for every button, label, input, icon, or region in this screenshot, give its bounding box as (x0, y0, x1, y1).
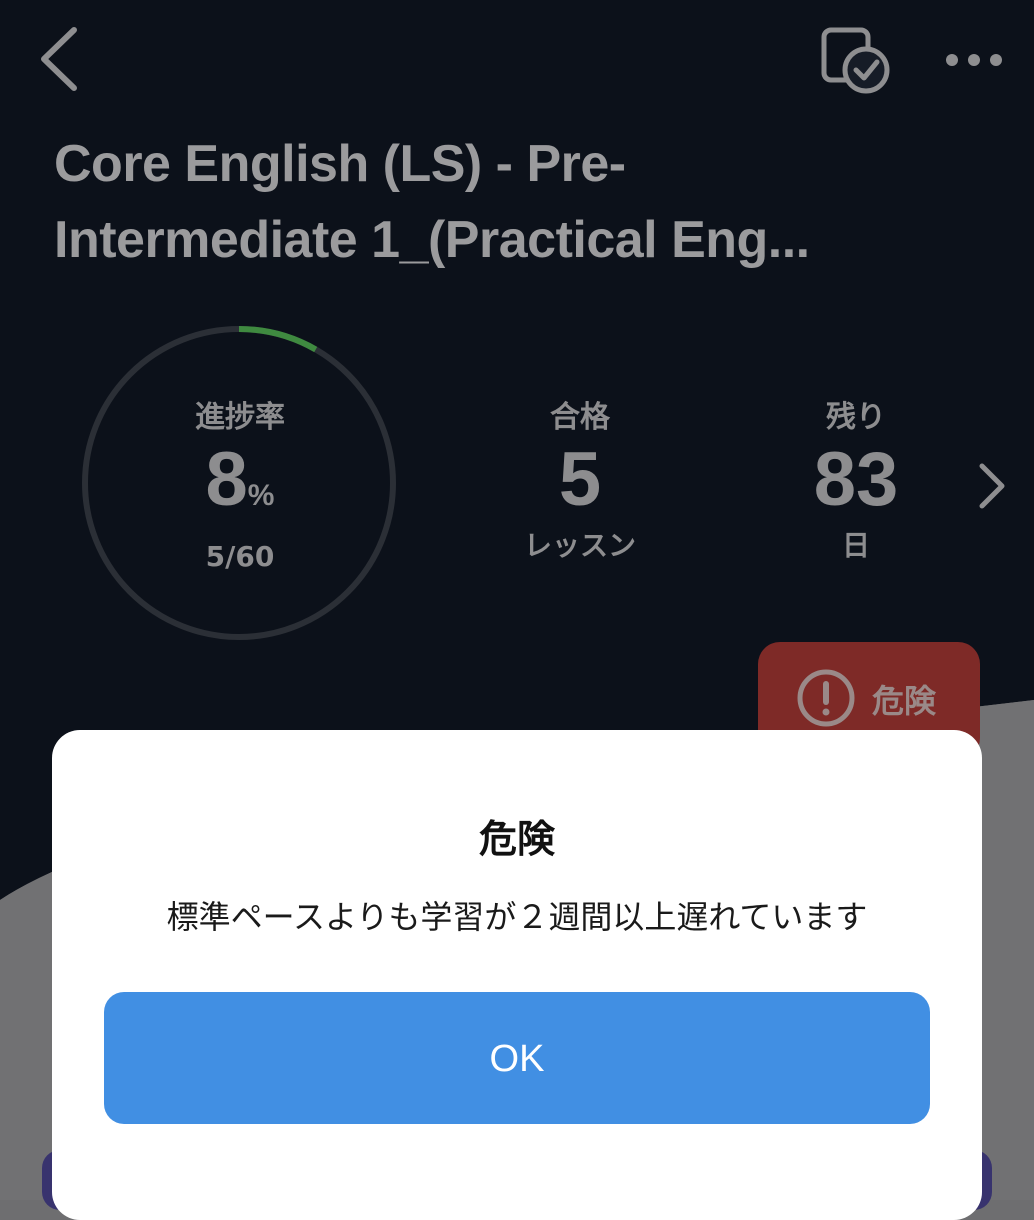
chevron-left-icon (41, 27, 77, 91)
stat-progress: 進捗率 8% 5/60 (140, 392, 340, 573)
stat-passed-unit: レッスン (523, 529, 636, 562)
stats-detail-button[interactable] (972, 456, 1012, 516)
stat-progress-value: 8% (140, 436, 340, 540)
stat-passed-value: 5 (558, 437, 602, 522)
course-title-line-2: Intermediate 1_(Practical Eng... (54, 211, 810, 269)
dialog-message: 標準ペースよりも学習が２週間以上遅れています (166, 898, 868, 936)
course-title: Core English (LS) - Pre- Intermediate 1_… (54, 126, 994, 278)
stat-remaining-value: 83 (813, 437, 899, 522)
back-button[interactable] (34, 24, 88, 94)
calendar-check-icon (821, 27, 890, 94)
stat-passed: 合格 5 レッスン (480, 392, 680, 564)
stat-progress-number: 8 (205, 437, 248, 522)
chevron-right-icon (979, 463, 1005, 509)
course-title-line-1: Core English (LS) - Pre- (54, 135, 626, 193)
status-badge-label: 危険 (872, 682, 937, 720)
stat-progress-unit: % (247, 479, 275, 512)
schedule-button[interactable] (820, 26, 892, 94)
stat-remaining-unit: 日 (841, 529, 870, 562)
ok-button[interactable]: OK (104, 992, 930, 1124)
alert-circle-icon (797, 669, 855, 727)
alert-dialog: 危険 標準ペースよりも学習が２週間以上遅れています OK (52, 730, 982, 1220)
stat-remaining-label: 残り (826, 400, 886, 435)
more-button[interactable] (940, 40, 1008, 80)
stat-remaining: 残り 83 日 (756, 392, 956, 564)
more-horizontal-icon (946, 54, 1002, 66)
stat-progress-sub: 5/60 (205, 540, 275, 573)
stat-progress-label: 進捗率 (195, 400, 285, 435)
dialog-title: 危険 (478, 817, 555, 861)
stat-passed-label: 合格 (550, 400, 610, 435)
